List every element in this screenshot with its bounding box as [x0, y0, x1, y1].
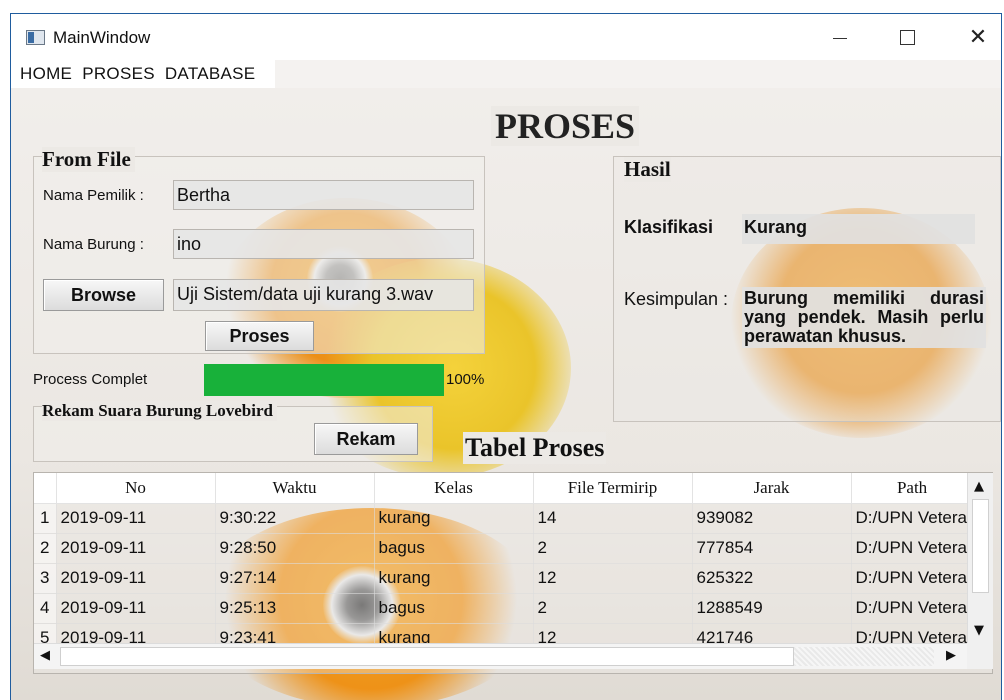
- conclusion-label: Kesimpulan :: [624, 289, 729, 309]
- cell-path[interactable]: D:/UPN Veterar: [851, 533, 974, 564]
- table-row[interactable]: 2 2019-09-11 9:28:50 bagus 2 777854 D:/UPN Vet…: [34, 533, 974, 564]
- main-window: MainWindow ✕ HOME PROSES DATABASE PROSES…: [10, 13, 1002, 700]
- cell-jarak[interactable]: 1288549: [692, 593, 852, 624]
- minimize-icon: [833, 37, 847, 39]
- window-title: MainWindow: [53, 28, 151, 47]
- cell-waktu[interactable]: 9:30:22: [215, 503, 375, 534]
- cell-waktu[interactable]: 9:28:50: [215, 533, 375, 564]
- column-header-kelas[interactable]: Kelas: [374, 473, 534, 504]
- cell-file-termirip[interactable]: 2: [533, 593, 693, 624]
- app-window-icon: [26, 30, 45, 45]
- cell-kelas[interactable]: kurang: [374, 563, 534, 594]
- bird-name-input[interactable]: ino: [173, 229, 474, 259]
- record-group: Rekam Suara Burung Lovebird Rekam: [33, 401, 433, 462]
- minimize-button[interactable]: [817, 14, 863, 60]
- cell-kelas[interactable]: bagus: [374, 533, 534, 564]
- menu-item-database[interactable]: DATABASE: [165, 64, 256, 84]
- column-header-path[interactable]: Path: [851, 473, 974, 504]
- table-row[interactable]: 3 2019-09-11 9:27:14 kurang 12 625322 D:/UPN V…: [34, 563, 974, 594]
- cell-path[interactable]: D:/UPN Veterar: [851, 593, 974, 624]
- record-title: Rekam Suara Burung Lovebird: [42, 401, 277, 421]
- menu-item-home[interactable]: HOME: [20, 64, 72, 84]
- column-header-no[interactable]: No: [56, 473, 216, 504]
- scroll-left-arrow-icon[interactable]: ◀: [40, 648, 50, 663]
- row-number[interactable]: 2: [34, 533, 57, 564]
- cell-jarak[interactable]: 625322: [692, 563, 852, 594]
- progress-bar: [204, 364, 444, 396]
- classification-label: Klasifikasi: [624, 217, 714, 237]
- cell-file-termirip[interactable]: 2: [533, 533, 693, 564]
- column-header-waktu[interactable]: Waktu: [215, 473, 375, 504]
- progress-label: Process Complet: [33, 371, 148, 388]
- row-number[interactable]: 3: [34, 563, 57, 594]
- vertical-scroll-thumb[interactable]: [972, 499, 989, 593]
- cell-no[interactable]: 2019-09-11: [56, 563, 216, 594]
- close-button[interactable]: ✕: [955, 14, 1001, 60]
- horizontal-scroll-thumb[interactable]: [60, 647, 794, 666]
- vertical-scrollbar[interactable]: ▲ ▼: [967, 473, 993, 643]
- progress-percent: 100%: [446, 371, 485, 388]
- proses-button[interactable]: Proses: [205, 321, 314, 351]
- cell-kelas[interactable]: kurang: [374, 503, 534, 534]
- cell-no[interactable]: 2019-09-11: [56, 533, 216, 564]
- title-bar[interactable]: MainWindow ✕: [11, 14, 1001, 60]
- table-row[interactable]: 1 2019-09-11 9:30:22 kurang 14 939082 D:/UPN V…: [34, 503, 974, 534]
- owner-name-label: Nama Pemilik :: [43, 187, 144, 204]
- table-title: Tabel Proses: [463, 432, 607, 464]
- rekam-button[interactable]: Rekam: [314, 423, 418, 455]
- menu-item-proses[interactable]: PROSES: [82, 64, 155, 84]
- content-area: PROSES From File Nama Pemilik : Bertha N…: [11, 88, 1001, 700]
- result-group: Hasil Klasifikasi Kurang Kesimpulan : Bu…: [613, 156, 1001, 422]
- cell-no[interactable]: 2019-09-11: [56, 593, 216, 624]
- bird-name-label: Nama Burung :: [43, 236, 144, 253]
- browse-button[interactable]: Browse: [43, 279, 164, 311]
- column-header-jarak[interactable]: Jarak: [692, 473, 852, 504]
- column-header-file-termirip[interactable]: File Termirip: [533, 473, 693, 504]
- from-file-title: From File: [42, 147, 135, 172]
- cell-jarak[interactable]: 777854: [692, 533, 852, 564]
- scroll-right-arrow-icon[interactable]: ▶: [946, 648, 956, 663]
- scroll-down-arrow-icon[interactable]: ▼: [974, 623, 984, 638]
- scroll-corner: [967, 643, 993, 669]
- scroll-up-arrow-icon[interactable]: ▲: [974, 479, 984, 494]
- cell-kelas[interactable]: bagus: [374, 593, 534, 624]
- owner-name-input[interactable]: Bertha: [173, 180, 474, 210]
- cell-file-termirip[interactable]: 12: [533, 563, 693, 594]
- cell-waktu[interactable]: 9:27:14: [215, 563, 375, 594]
- cell-path[interactable]: D:/UPN Veterar: [851, 563, 974, 594]
- cell-no[interactable]: 2019-09-11: [56, 503, 216, 534]
- row-number[interactable]: 1: [34, 503, 57, 534]
- process-table: No Waktu Kelas File Termirip Jarak Path …: [33, 472, 993, 674]
- close-icon: ✕: [968, 24, 988, 50]
- menu-bar: HOME PROSES DATABASE: [11, 60, 275, 88]
- cell-jarak[interactable]: 939082: [692, 503, 852, 534]
- result-title: Hasil: [624, 157, 671, 182]
- file-path-input[interactable]: Uji Sistem/data uji kurang 3.wav: [173, 279, 474, 311]
- cell-path[interactable]: D:/UPN Veterar: [851, 503, 974, 534]
- page-title: PROSES: [491, 106, 640, 146]
- maximize-button[interactable]: [884, 14, 930, 60]
- table-corner: [34, 473, 57, 504]
- classification-value: Kurang: [742, 214, 975, 244]
- from-file-group: From File Nama Pemilik : Bertha Nama Bur…: [33, 147, 485, 354]
- progress-bar-fill: [204, 364, 444, 396]
- cell-waktu[interactable]: 9:25:13: [215, 593, 375, 624]
- table-row[interactable]: 4 2019-09-11 9:25:13 bagus 2 1288549 D:/UPN Ve…: [34, 593, 974, 624]
- maximize-icon: [899, 29, 915, 45]
- row-number[interactable]: 4: [34, 593, 57, 624]
- horizontal-scroll-track[interactable]: [794, 647, 934, 666]
- cell-file-termirip[interactable]: 14: [533, 503, 693, 534]
- conclusion-value: Burung memiliki durasi yang pendek. Masi…: [742, 287, 986, 348]
- horizontal-scrollbar[interactable]: ◀ ▶: [34, 643, 967, 669]
